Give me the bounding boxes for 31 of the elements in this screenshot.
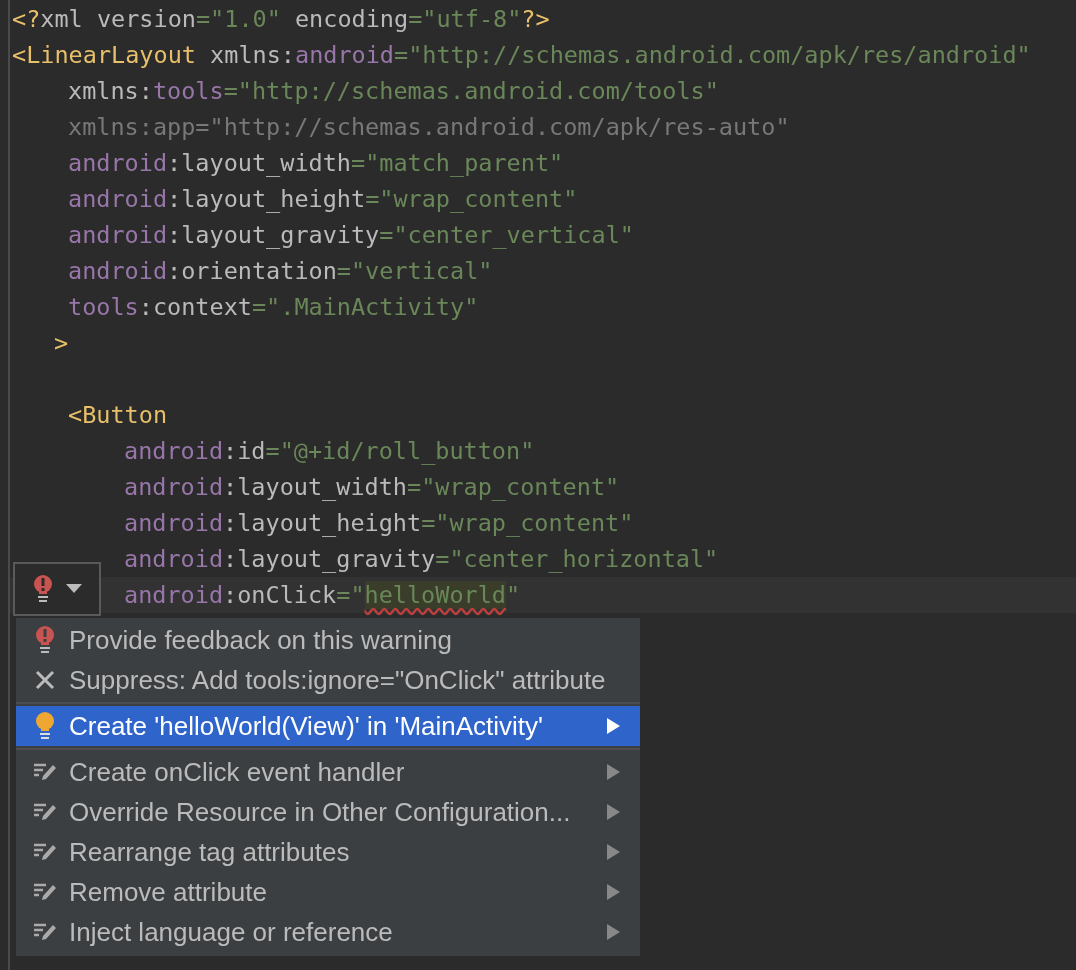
code-line: android:layout_gravity="center_horizontal": [123, 544, 720, 575]
menu-item[interactable]: Create 'helloWorld(View)' in 'MainActivity': [16, 706, 640, 746]
code-line: <Button: [67, 400, 169, 431]
code-line: android:layout_width="match_parent": [67, 148, 565, 179]
menu-item[interactable]: Inject language or reference: [16, 912, 640, 952]
menu-item-label: Suppress: Add tools:ignore="OnClick" attribute: [69, 664, 607, 696]
menu-item[interactable]: Rearrange tag attributes: [16, 832, 640, 872]
menu-item-label: Remove attribute: [69, 876, 268, 908]
code-line: android:id="@+id/roll_button": [123, 436, 536, 467]
code-line: xmlns:tools="http://schemas.android.com/tools": [67, 76, 720, 107]
menu-item[interactable]: Suppress: Add tools:ignore="OnClick" attribute: [16, 660, 640, 700]
code-line: android:layout_width="wrap_content": [123, 472, 621, 503]
code-line: android:orientation="vertical": [67, 256, 494, 287]
menu-item-label: Create 'helloWorld(View)' in 'MainActivity': [69, 710, 545, 742]
code-line: <?xml version="1.0" encoding="utf-8"?>: [11, 4, 551, 35]
menu-item-label: Provide feedback on this warning: [69, 624, 453, 656]
menu-item-label: Inject language or reference: [69, 916, 394, 948]
menu-item-label: Rearrange tag attributes: [69, 836, 351, 868]
code-line: android:layout_height="wrap_content": [67, 184, 579, 215]
menu-item[interactable]: Remove attribute: [16, 872, 640, 912]
code-line: >: [53, 328, 70, 359]
menu-item[interactable]: Override Resource in Other Configuration...: [16, 792, 640, 832]
menu-item[interactable]: Provide feedback on this warning: [16, 620, 640, 660]
code-line: android:layout_gravity="center_vertical": [67, 220, 635, 251]
menu-item[interactable]: Create onClick event handler: [16, 752, 640, 792]
code-line: tools:context=".MainActivity": [67, 292, 480, 323]
code-line: android:layout_height="wrap_content": [123, 508, 635, 539]
menu-item-label: Override Resource in Other Configuration...: [69, 796, 572, 828]
menu-item-label: Create onClick event handler: [69, 756, 406, 788]
code-line: <LinearLayout xmlns:android="http://schemas.android.com/apk/res/android": [11, 40, 1032, 71]
code-line: xmlns:app="http://schemas.android.com/apk/res-auto": [67, 112, 791, 143]
